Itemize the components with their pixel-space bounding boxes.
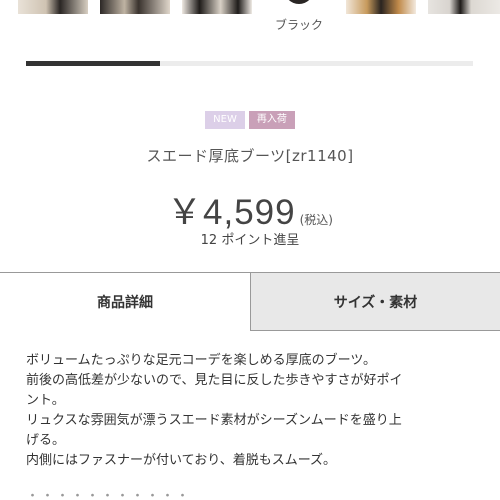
product-price: ￥4,599 [167,193,296,232]
selected-color-label: ブラック [274,18,323,32]
product-title: スエード厚底ブーツ[zr1140] [146,147,354,165]
color-thumbnail[interactable] [428,0,500,14]
tab-details[interactable]: 商品詳細 [0,273,250,331]
color-thumbnail[interactable] [346,0,416,14]
image-progress-fill [26,61,161,66]
description-line: 前後の高低差が少ないので、見た目に反した歩きやすさが好ポイ [26,373,403,388]
image-progress-track [26,61,473,66]
points-text: 12 ポイント進呈 [200,233,300,248]
tab-size-material[interactable]: サイズ・素材 [250,273,500,331]
color-thumbnail[interactable] [182,0,252,14]
product-tabs: 商品詳細 サイズ・素材 [0,272,500,331]
price-row: ￥4,599 (税込) [0,184,500,235]
color-thumbnail[interactable] [18,0,88,14]
color-thumbnail-strip [0,0,500,14]
description-line: ント。 [26,393,65,408]
color-thumbnail-selected[interactable] [264,0,334,14]
tax-note: (税込) [299,213,333,227]
description-line: げる。 [26,433,66,448]
description-line: リュクスな雰囲気が漂うスエード素材がシーズンムードを盛り上 [26,413,402,428]
restock-badge: 再入荷 [248,111,295,129]
description-overflow-fade: ・・・・・・・・・・・ [26,491,192,500]
new-badge: NEW [205,111,245,129]
description-line: ボリュームたっぷりな足元コーデを楽しめる厚底のブーツ。 [26,353,376,368]
badge-row: NEW 再入荷 [0,111,500,129]
color-thumbnail[interactable] [100,0,170,14]
product-description: ボリュームたっぷりな足元コーデを楽しめる厚底のブーツ。 前後の高低差が少ないので… [26,351,486,471]
description-line: 内側にはファスナーが付いており、着脱もスムーズ。 [26,453,337,468]
boot-image [284,0,314,4]
